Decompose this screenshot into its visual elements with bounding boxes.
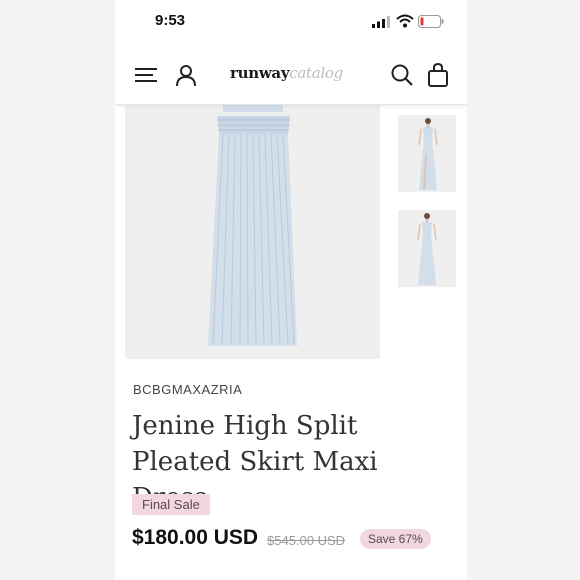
model-front-image [398,115,456,192]
current-price: $180.00 USD [132,526,259,549]
original-price: $545.00 USD [267,533,346,548]
site-logo[interactable]: runwaycatalog [230,64,343,82]
logo-light-text: catalog [289,64,343,82]
cellular-signal-icon [372,16,390,28]
wifi-icon [396,14,414,28]
logo-bold-text: runway [230,64,290,82]
main-product-image[interactable] [125,104,380,359]
hamburger-menu-icon[interactable] [133,62,159,88]
battery-icon [418,15,444,28]
thumbnail-image[interactable] [398,210,456,287]
status-time: 9:53 [155,12,186,29]
product-brand[interactable]: BCBGMAXAZRIA [133,382,242,397]
model-back-image [398,210,456,287]
shopping-bag-icon[interactable] [425,62,451,88]
dress-skirt-image [125,104,380,359]
search-icon[interactable] [389,62,415,88]
final-sale-badge: Final Sale [132,494,210,515]
status-bar: 9:53 [115,0,467,46]
product-page: 9:53 runwaycatalog BCBGMAXAZRIA Jenine H… [115,0,467,580]
discount-badge: Save 67% [360,529,431,549]
top-navigation-bar: runwaycatalog [115,46,467,105]
account-icon[interactable] [173,62,199,88]
thumbnail-image[interactable] [398,115,456,192]
